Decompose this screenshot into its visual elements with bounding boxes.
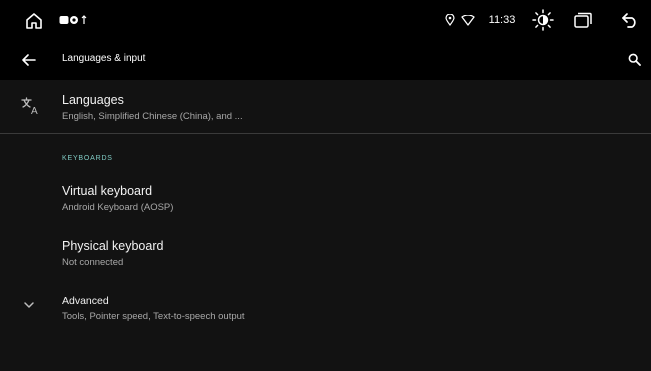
advanced-item[interactable]: Advanced Tools, Pointer speed, Text-to-s…	[0, 286, 651, 336]
app-bar: Languages & input	[0, 40, 651, 80]
advanced-summary: Tools, Pointer speed, Text-to-speech out…	[62, 311, 245, 322]
physical-keyboard-title: Physical keyboard	[62, 239, 164, 253]
media-icon	[59, 14, 89, 26]
svg-text:A: A	[31, 106, 38, 115]
virtual-keyboard-title: Virtual keyboard	[62, 184, 153, 198]
location-icon	[444, 14, 456, 26]
virtual-keyboard-item[interactable]: Virtual keyboard Android Keyboard (AOSP)	[0, 174, 651, 224]
recent-apps-icon[interactable]	[573, 11, 593, 29]
virtual-keyboard-summary: Android Keyboard (AOSP)	[62, 202, 174, 213]
back-icon[interactable]	[620, 11, 640, 29]
wifi-icon	[461, 14, 475, 26]
languages-title: Languages	[62, 93, 124, 107]
search-icon[interactable]	[626, 51, 642, 67]
divider	[0, 133, 651, 134]
keyboards-section-header: KEYBOARDS	[62, 155, 113, 162]
settings-list: A Languages English, Simplified Chinese …	[0, 80, 651, 371]
clock: 11:33	[488, 14, 516, 26]
languages-item[interactable]: A Languages English, Simplified Chinese …	[0, 80, 651, 133]
back-arrow-icon[interactable]	[20, 51, 38, 69]
translate-icon: A	[20, 96, 42, 116]
physical-keyboard-summary: Not connected	[62, 257, 124, 268]
home-icon[interactable]	[24, 11, 44, 29]
status-bar: 11:33	[0, 0, 651, 40]
advanced-title: Advanced	[62, 295, 109, 307]
page-title: Languages & input	[62, 53, 146, 64]
chevron-down-icon	[22, 298, 36, 312]
physical-keyboard-item[interactable]: Physical keyboard Not connected	[0, 230, 651, 280]
languages-summary: English, Simplified Chinese (China), and…	[62, 111, 243, 122]
brightness-icon[interactable]	[531, 8, 555, 32]
